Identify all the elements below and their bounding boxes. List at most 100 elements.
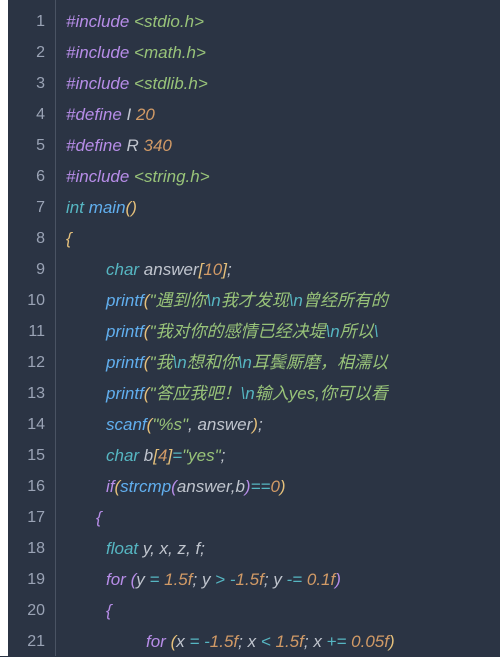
semicolon: ;	[200, 539, 205, 558]
type: int	[66, 198, 84, 217]
identifier: answer	[139, 260, 199, 279]
code-line[interactable]: {	[66, 223, 500, 254]
operator: =	[172, 446, 182, 465]
string: "我	[149, 353, 172, 372]
code-line[interactable]: #include <math.h>	[66, 37, 500, 68]
semicolon: ;	[221, 446, 226, 465]
escape: \	[374, 322, 379, 341]
line-number: 7	[8, 192, 55, 223]
number: 0.1f	[307, 570, 335, 589]
code-area[interactable]: #include <stdio.h> #include <math.h> #in…	[56, 0, 500, 656]
paren: )	[389, 632, 395, 651]
line-number: 4	[8, 99, 55, 130]
macro-name: I	[122, 105, 136, 124]
include-path: <stdlib.h>	[129, 74, 207, 93]
code-line[interactable]: #include <stdio.h>	[66, 6, 500, 37]
keyword: if	[106, 477, 115, 496]
escape: \n	[207, 291, 221, 310]
code-line[interactable]: printf("遇到你\n我才发现\n曾经所有的	[66, 285, 500, 316]
number: 20	[136, 105, 155, 124]
include-path: <stdio.h>	[129, 12, 204, 31]
paren: )	[335, 570, 341, 589]
brace: {	[96, 508, 102, 527]
code-line[interactable]: #define R 340	[66, 130, 500, 161]
code-line[interactable]: {	[66, 502, 500, 533]
string: 耳鬓厮磨，相濡以	[252, 353, 388, 372]
code-line[interactable]: #include <string.h>	[66, 161, 500, 192]
operator: ==	[251, 477, 271, 496]
number: 1.5f	[164, 570, 192, 589]
preprocessor: #define	[66, 136, 122, 155]
line-number: 1	[8, 6, 55, 37]
code-line[interactable]: char answer[10];	[66, 254, 500, 285]
escape: \n	[289, 291, 303, 310]
code-line[interactable]: printf("我对你的感情已经决堤\n所以\	[66, 316, 500, 347]
include-path: <math.h>	[129, 43, 206, 62]
line-number: 19	[8, 564, 55, 595]
string: "遇到你	[149, 291, 206, 310]
function-call: printf	[106, 384, 144, 403]
operator: =	[189, 632, 204, 651]
code-line[interactable]: #include <stdlib.h>	[66, 68, 500, 99]
code-line[interactable]: char b[4]="yes";	[66, 440, 500, 471]
keyword: for	[146, 632, 171, 651]
code-line[interactable]: {	[66, 595, 500, 626]
type: char	[106, 260, 139, 279]
line-number: 18	[8, 533, 55, 564]
number: 0	[270, 477, 279, 496]
identifier: x	[313, 632, 326, 651]
operator: <	[261, 632, 276, 651]
keyword: for	[106, 570, 131, 589]
string: "%s"	[152, 415, 188, 434]
number: 1.5f	[236, 570, 264, 589]
code-line[interactable]: for (y = 1.5f; y > -1.5f; y -= 0.1f)	[66, 564, 500, 595]
line-number-gutter: 1 2 3 4 5 6 7 8 9 10 11 12 13 14 15 16 1…	[8, 0, 56, 656]
preprocessor: #define	[66, 105, 122, 124]
string: "yes"	[182, 446, 221, 465]
left-margin-bar	[0, 0, 8, 656]
string: 想和你	[187, 353, 238, 372]
code-line[interactable]: printf("我\n想和你\n耳鬓厮磨，相濡以	[66, 347, 500, 378]
code-line[interactable]: #define I 20	[66, 99, 500, 130]
number: 1.5f	[210, 632, 238, 651]
code-line[interactable]: float y, x, z, f;	[66, 533, 500, 564]
line-number: 16	[8, 471, 55, 502]
code-line[interactable]: scanf("%s", answer);	[66, 409, 500, 440]
number: 0.05f	[351, 632, 389, 651]
escape: \n	[241, 384, 255, 403]
string: 所以	[340, 322, 374, 341]
preprocessor: #include	[66, 74, 129, 93]
brace: {	[106, 601, 112, 620]
identifier: answer	[193, 415, 253, 434]
line-number: 3	[8, 68, 55, 99]
type: float	[106, 539, 138, 558]
string: "答应我吧！	[149, 384, 240, 403]
function-call: strcmp	[120, 477, 171, 496]
brace: {	[66, 229, 72, 248]
semicolon: ;	[192, 570, 201, 589]
line-number: 11	[8, 316, 55, 347]
line-number: 14	[8, 409, 55, 440]
preprocessor: #include	[66, 12, 129, 31]
identifier: b	[139, 446, 153, 465]
code-line[interactable]: if(strcmp(answer,b)==0)	[66, 471, 500, 502]
line-number: 15	[8, 440, 55, 471]
semicolon: ;	[304, 632, 313, 651]
line-number: 10	[8, 285, 55, 316]
code-line[interactable]: printf("答应我吧！\n输入yes,你可以看	[66, 378, 500, 409]
semicolon: ;	[227, 260, 232, 279]
identifier: y	[136, 570, 149, 589]
escape: \n	[173, 353, 187, 372]
identifier: x	[248, 632, 261, 651]
line-number: 6	[8, 161, 55, 192]
number: 340	[144, 136, 172, 155]
type: char	[106, 446, 139, 465]
line-number: 20	[8, 595, 55, 626]
function-call: printf	[106, 322, 144, 341]
code-line[interactable]: for (x = -1.5f; x < 1.5f; x += 0.05f)	[66, 626, 500, 656]
operator: >	[215, 570, 230, 589]
line-number: 5	[8, 130, 55, 161]
function-call: scanf	[106, 415, 147, 434]
operator: +=	[327, 632, 352, 651]
code-line[interactable]: int main()	[66, 192, 500, 223]
